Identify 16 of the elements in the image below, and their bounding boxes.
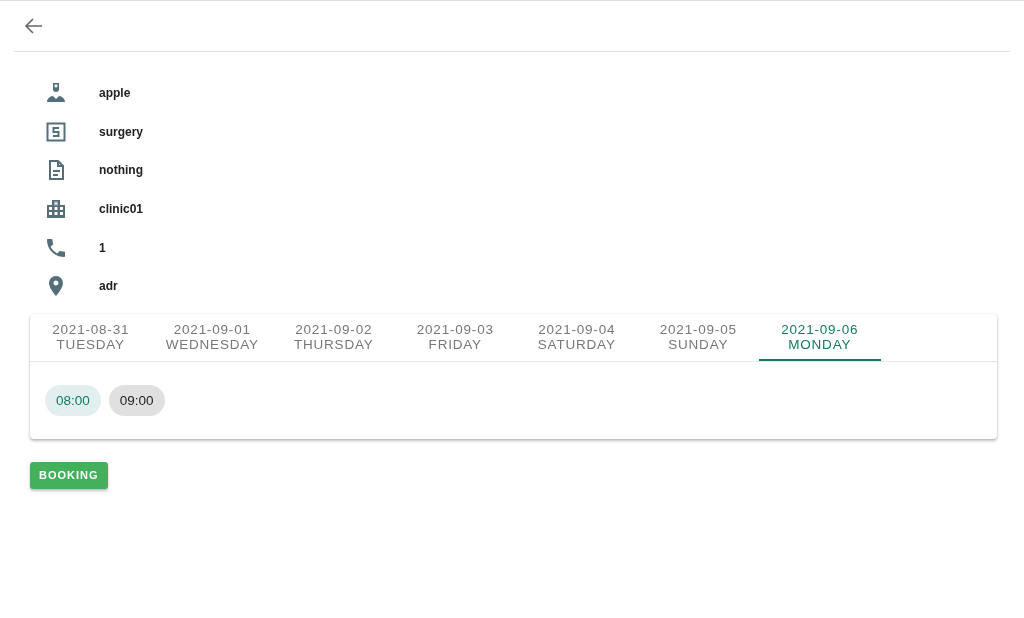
info-text: surgery (99, 124, 144, 139)
booking-button[interactable]: BOOKING (30, 461, 108, 489)
info-text: adr (99, 279, 118, 294)
date-tab[interactable]: 2021-09-04 SATURDAY (516, 313, 638, 361)
info-text: nothing (99, 163, 143, 178)
info-text: clinic01 (99, 202, 144, 217)
date-tab[interactable]: 2021-09-06 MONDAY (759, 313, 881, 361)
info-text: apple (99, 86, 131, 101)
date-tab[interactable]: 2021-08-31 TUESDAY (30, 313, 152, 361)
date-tab[interactable]: 2021-09-01 WEDNESDAY (151, 313, 273, 361)
info-text: 1 (99, 240, 106, 255)
date-tab[interactable]: 2021-09-02 THURSDAY (273, 313, 395, 361)
time-slot-chip[interactable]: 08:00 (45, 384, 101, 416)
date-tab[interactable]: 2021-09-05 SUNDAY (637, 313, 759, 361)
time-slot-chip[interactable]: 09:00 (108, 384, 165, 416)
date-tab[interactable]: 2021-09-03 FRIDAY (394, 313, 516, 361)
